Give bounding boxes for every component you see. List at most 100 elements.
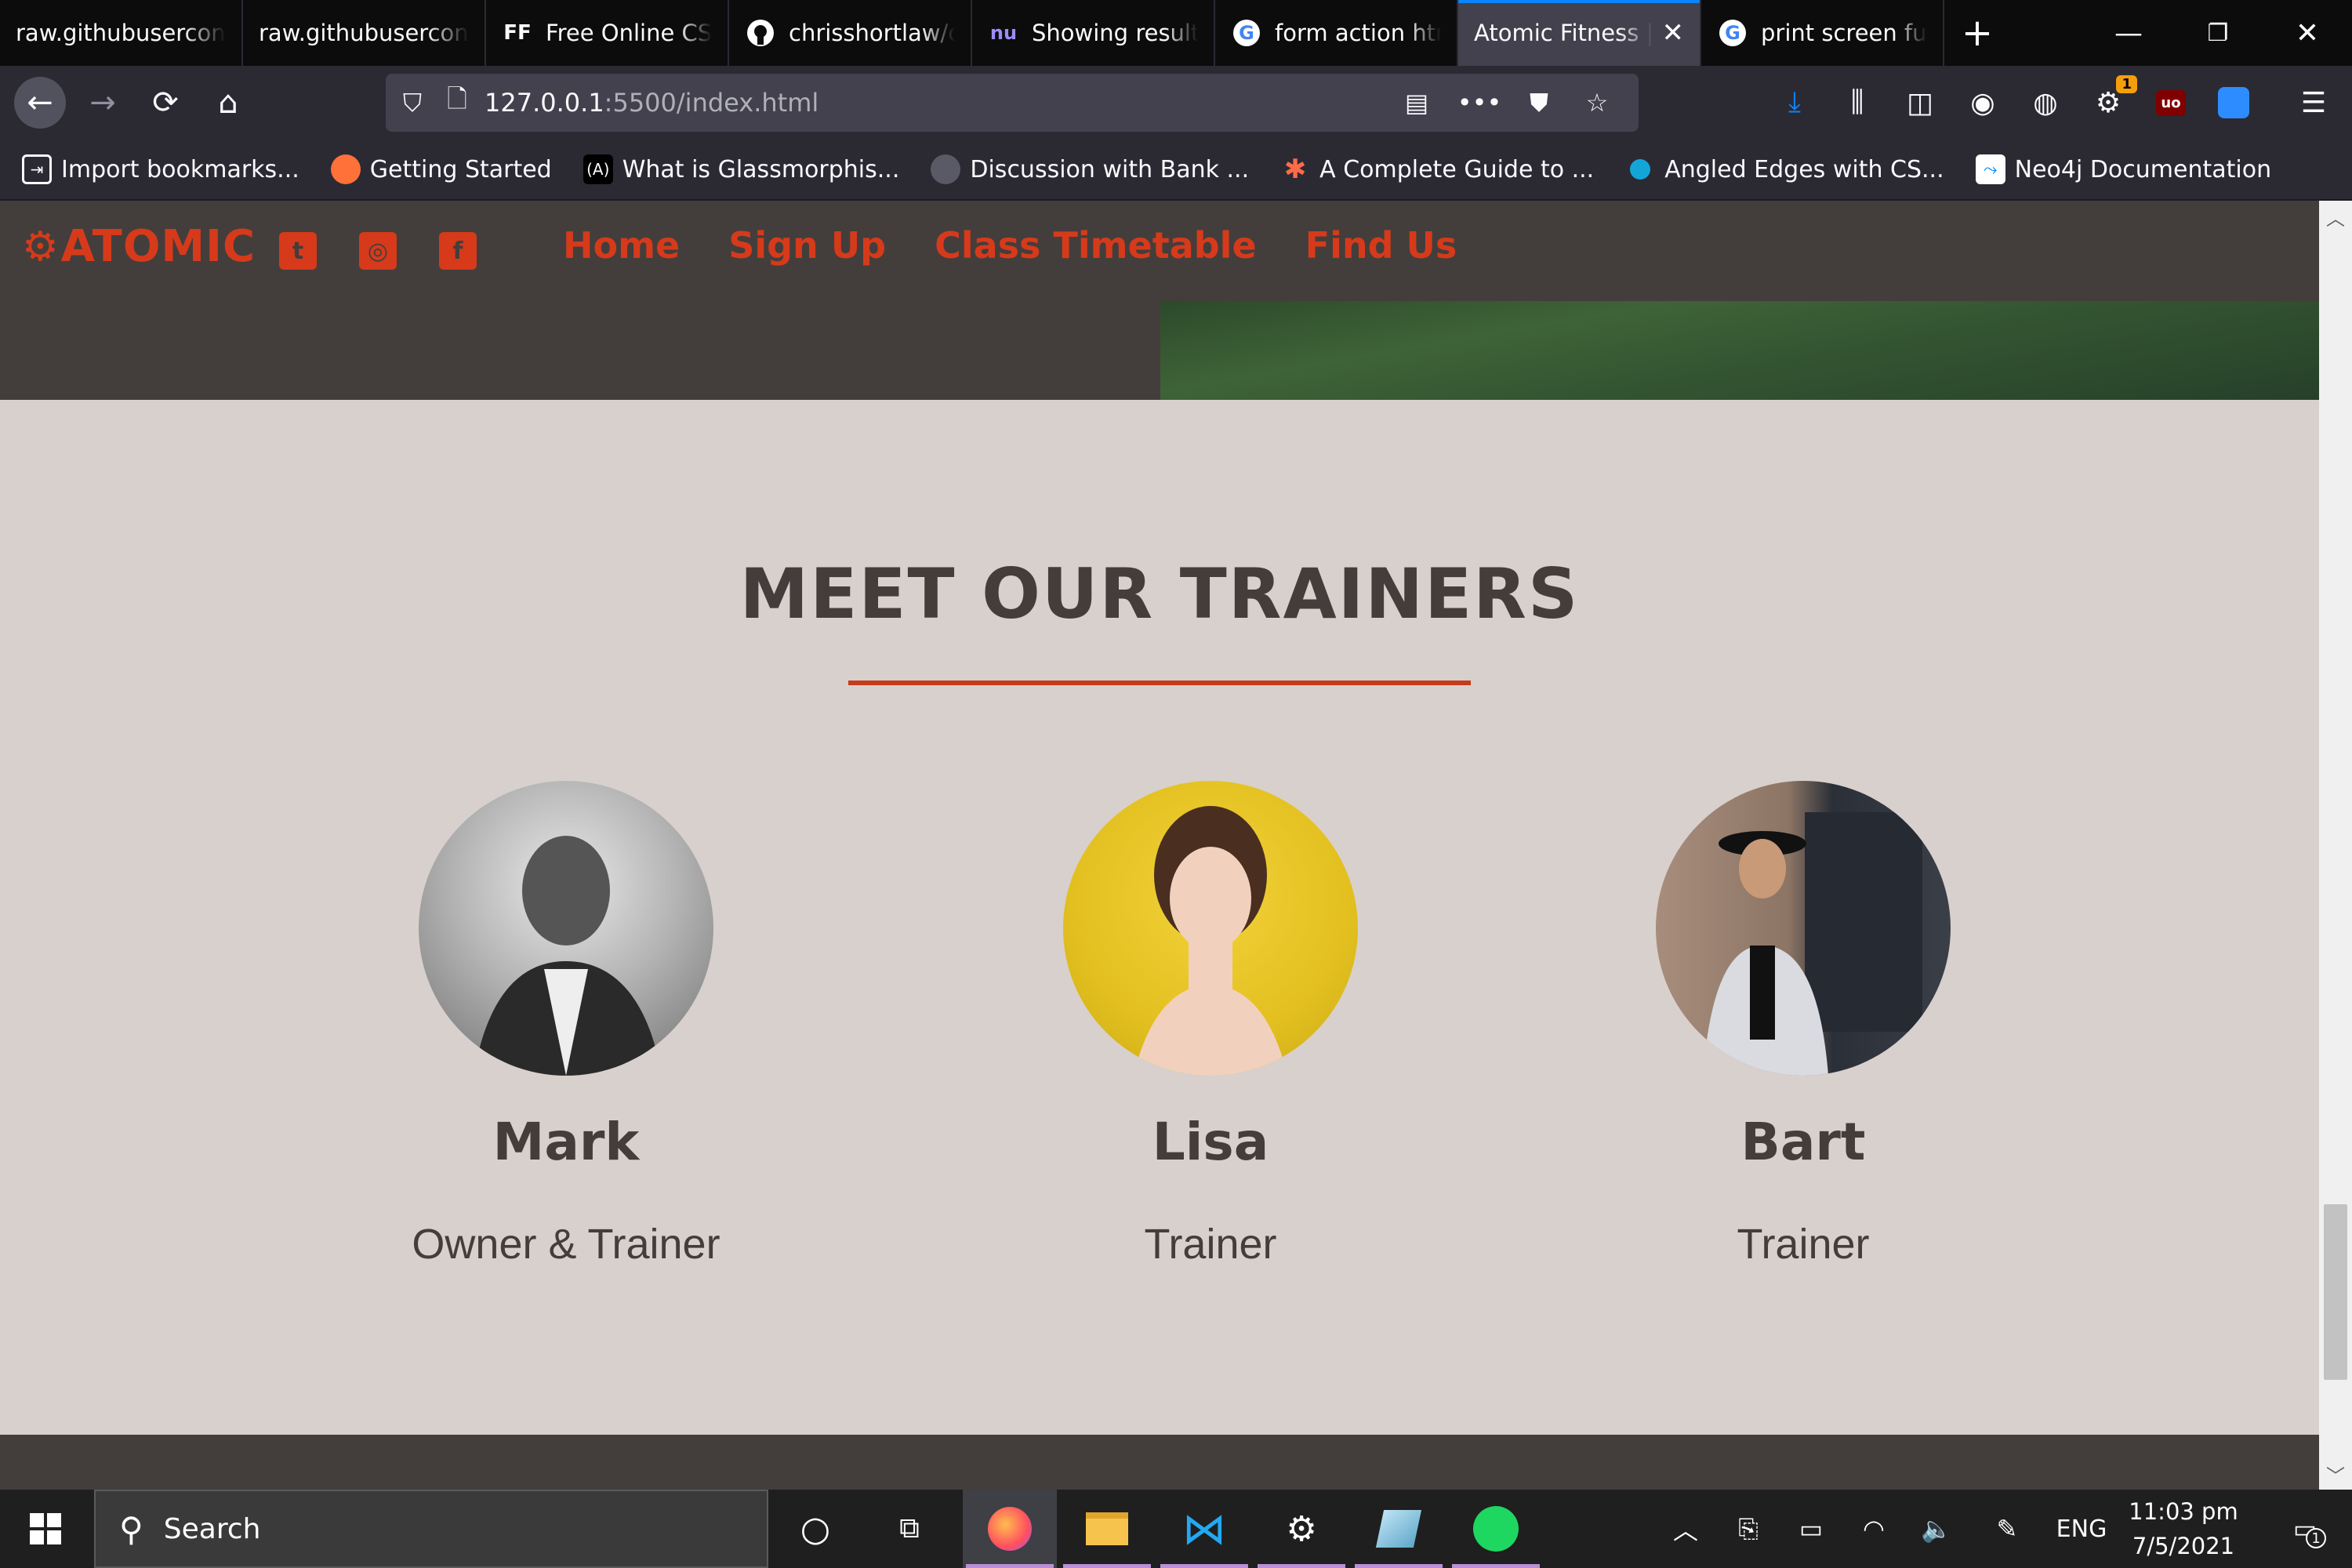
start-button[interactable] [0,1490,91,1568]
tab-print-screen[interactable]: G print screen fun [1701,0,1944,66]
menu-icon[interactable]: ☰ [2291,80,2336,125]
code-icon: (A) [583,154,613,184]
sidebar-icon[interactable]: ◫ [1897,80,1943,125]
home-button[interactable]: ⌂ [202,77,254,129]
new-tab-button[interactable]: + [1944,0,2010,66]
close-window-button[interactable]: ✕ [2263,0,2352,66]
language-indicator[interactable]: ENG [2046,1490,2117,1568]
reader-view-icon[interactable]: ▤ [1397,83,1436,122]
battery-icon[interactable]: ▭ [1788,1490,1835,1568]
url-host: 127.0.0.1 [485,88,604,118]
close-tab-icon[interactable]: ✕ [1662,17,1685,49]
running-indicator [1258,1564,1345,1568]
cortana-icon[interactable]: ○ [768,1490,862,1568]
zoom-extension-icon[interactable] [2211,80,2256,125]
tab-free-online-css[interactable]: FF Free Online CSS [486,0,729,66]
pocket-icon[interactable]: ⛊ [1519,83,1559,122]
url-bar[interactable]: ⛉ 🗋 127.0.0.1:5500/index.html ▤ ••• ⛊ ☆ [386,74,1639,132]
more-actions-icon[interactable]: ••• [1457,83,1502,122]
notification-center-icon[interactable]: ▭ 1 [2266,1490,2344,1568]
reload-button[interactable]: ⟳ [140,77,191,129]
site-logo[interactable]: ⚙ ATOMIC [22,221,256,272]
firefox-icon [330,154,361,184]
bookmark-import[interactable]: ⇥ Import bookmarks... [22,154,299,184]
tab-atomic-fitness[interactable]: Atomic Fitness | ✕ [1458,0,1701,66]
bookmark-angled-edges[interactable]: Angled Edges with CS... [1625,154,1944,184]
tab-label: raw.githubusercontent.com [259,20,469,46]
volume-icon[interactable]: 🔈 [1913,1490,1960,1568]
minimize-button[interactable]: — [2084,0,2173,66]
nav-class-timetable[interactable]: Class Timetable [935,224,1257,267]
clock-date: 7/5/2021 [2132,1533,2235,1559]
nav-home[interactable]: Home [563,224,680,267]
title-underline [848,681,1471,685]
library-icon[interactable]: ⫼ [1835,80,1880,125]
tab-label: form action htm [1275,20,1441,46]
show-hidden-icons-icon[interactable]: ︿ [1662,1490,1709,1568]
tab-form-action[interactable]: G form action htm [1215,0,1458,66]
firefox-taskbar-icon[interactable] [963,1490,1057,1568]
search-placeholder: Search [163,1512,261,1545]
scroll-thumb[interactable] [2324,1204,2347,1380]
search-icon: ⚲ [119,1509,143,1548]
bookmark-discussion[interactable]: Discussion with Bank ... [931,154,1249,184]
taskbar-search[interactable]: ⚲ Search [94,1490,768,1568]
facebook-icon[interactable]: f [439,232,477,270]
account-icon[interactable]: ◉ [1960,80,2005,125]
bookmark-neo4j[interactable]: ⤳ Neo4j Documentation [1975,154,2271,184]
snip-tool-icon[interactable] [1352,1490,1446,1568]
ublock-icon[interactable]: uo [2148,80,2194,125]
back-button[interactable]: ← [14,77,66,129]
ff-icon: FF [503,21,532,45]
site-header: ⚙ ATOMIC t ◎ f Home Sign Up Class Timeta… [0,201,2319,400]
page-viewport: ⚙ ATOMIC t ◎ f Home Sign Up Class Timeta… [0,201,2319,1490]
wappalyzer-icon[interactable]: ⚙ 1 [2085,75,2137,125]
atom-gear-icon: ⚙ [22,223,60,270]
shield-icon[interactable]: ⛉ [389,88,436,118]
spotify-icon[interactable] [1449,1490,1543,1568]
nav-find-us[interactable]: Find Us [1305,224,1457,267]
bookmark-getting-started[interactable]: Getting Started [330,154,552,184]
trainer-role: Trainer [1737,1221,1870,1268]
extension-icon[interactable]: ◍ [2023,80,2068,125]
pen-icon[interactable]: ✎ [1984,1490,2031,1568]
tab-raw-github-2[interactable]: raw.githubusercontent.com [243,0,486,66]
bookmark-glassmorphism[interactable]: (A) What is Glassmorphis... [583,154,899,184]
tab-label: raw.githubusercontent.com [16,20,226,46]
downloads-icon[interactable]: ⤓ [1772,80,1817,125]
twitter-icon[interactable]: t [279,232,317,270]
github-icon [745,17,776,49]
task-view-icon[interactable]: ⧉ [862,1490,956,1568]
bookmark-complete-guide[interactable]: ✱ A Complete Guide to ... [1280,154,1594,185]
page-scrollbar[interactable]: ︿ ﹀ [2319,201,2352,1490]
trainer-name: Bart [1740,1112,1866,1172]
dots-icon [1625,154,1655,184]
notification-count: 1 [2306,1528,2327,1548]
tab-label: print screen fun [1761,20,1927,46]
tab-github[interactable]: chrisshortlaw/c [729,0,972,66]
tab-raw-github-1[interactable]: raw.githubusercontent.com [0,0,243,66]
file-explorer-icon[interactable] [1060,1490,1154,1568]
instagram-icon[interactable]: ◎ [359,232,397,270]
trainer-name: Mark [492,1112,640,1172]
meet-now-icon[interactable]: ⎘ [1725,1490,1772,1568]
nav-sign-up[interactable]: Sign Up [728,224,886,267]
vscode-icon[interactable]: ⋈ [1157,1490,1251,1568]
neo4j-icon: ⤳ [1975,154,2005,184]
tab-showing-results[interactable]: nu Showing results [972,0,1215,66]
scroll-down-arrow[interactable]: ﹀ [2319,1458,2352,1490]
nu-icon: nu [989,22,1018,44]
wifi-icon[interactable]: ◠ [1850,1490,1897,1568]
bookmark-star-icon[interactable]: ☆ [1577,83,1617,122]
forward-button[interactable]: → [77,77,129,129]
scroll-up-arrow[interactable]: ︿ [2319,201,2352,232]
hero-grass-image [1160,301,2319,400]
trainer-role: Trainer [1144,1221,1277,1268]
taskbar: ⚲ Search ○ ⧉ ⋈ ⚙ ︿ ⎘ ▭ ◠ 🔈 ✎ ENG 11:03 p… [0,1490,2352,1568]
settings-gear-icon[interactable]: ⚙ [1254,1490,1348,1568]
restore-button[interactable]: ❐ [2173,0,2263,66]
google-icon: G [1231,17,1262,49]
system-clock[interactable]: 11:03 pm 7/5/2021 [2117,1494,2250,1563]
footer-strip [0,1435,2319,1490]
url-text[interactable]: 127.0.0.1:5500/index.html [485,88,818,118]
